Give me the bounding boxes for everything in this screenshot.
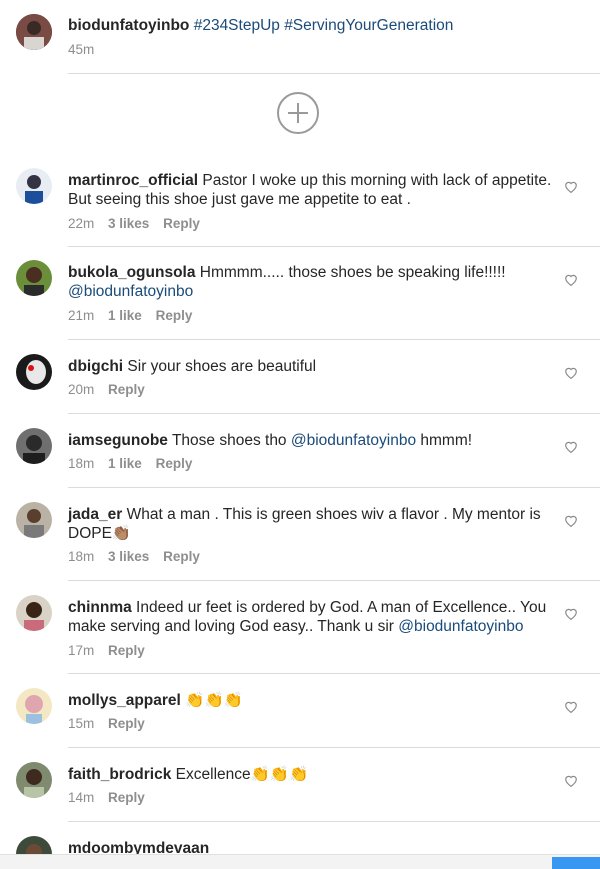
heart-icon[interactable]: [564, 514, 578, 527]
comment-item: chinnma Indeed ur feet is ordered by God…: [0, 581, 600, 674]
comment-item: faith_brodrick Excellence👏👏👏 14m Reply: [0, 748, 600, 822]
comment-username[interactable]: mdoombymdevaan: [68, 840, 209, 855]
comment-time: 17m: [68, 643, 95, 658]
heart-icon[interactable]: [564, 607, 578, 620]
reply-button[interactable]: Reply: [156, 456, 193, 471]
comment-likes[interactable]: 1 like: [108, 456, 142, 471]
comment-mention[interactable]: @biodunfatoyinbo: [68, 283, 193, 300]
reply-button[interactable]: Reply: [108, 716, 145, 731]
comment-item: mollys_apparel 👏👏👏 15m Reply: [0, 674, 600, 748]
avatar[interactable]: [16, 260, 52, 296]
avatar[interactable]: [16, 502, 52, 538]
comment-time: 21m: [68, 308, 95, 323]
comment-username[interactable]: martinroc_official: [68, 172, 198, 189]
comment-username[interactable]: dbigchi: [68, 358, 123, 375]
comment-time: 14m: [68, 790, 95, 805]
reply-button[interactable]: Reply: [163, 216, 200, 231]
avatar[interactable]: [16, 836, 52, 855]
comment-text: Sir your shoes are beautiful: [127, 358, 317, 375]
comment-text: 👏👏👏: [185, 692, 244, 709]
divider: [68, 73, 600, 74]
comment-text: Excellence👏👏👏: [175, 766, 309, 783]
bottom-bar: [0, 854, 600, 869]
comment-username[interactable]: mollys_apparel: [68, 692, 181, 709]
comment-likes[interactable]: 1 like: [108, 308, 142, 323]
heart-icon[interactable]: [564, 180, 578, 193]
comment-username[interactable]: chinnma: [68, 599, 132, 616]
heart-icon[interactable]: [564, 700, 578, 713]
heart-icon[interactable]: [564, 440, 578, 453]
heart-icon[interactable]: [564, 774, 578, 787]
comment-username[interactable]: faith_brodrick: [68, 766, 171, 783]
comment-item: iamsegunobe Those shoes tho @biodunfatoy…: [0, 414, 600, 488]
post-time: 45m: [68, 42, 95, 57]
avatar[interactable]: [16, 428, 52, 464]
heart-icon[interactable]: [564, 366, 578, 379]
comment-item: jada_er What a man . This is green shoes…: [0, 488, 600, 581]
comment-username[interactable]: bukola_ogunsola: [68, 264, 195, 281]
comment-text: What a man . This is green shoes wiv a f…: [68, 506, 541, 542]
comment-mention[interactable]: @biodunfatoyinbo: [398, 618, 523, 635]
reply-button[interactable]: Reply: [108, 790, 145, 805]
comment-item: dbigchi Sir your shoes are beautiful 20m…: [0, 340, 600, 414]
comment-likes[interactable]: 3 likes: [108, 216, 149, 231]
comment-time: 22m: [68, 216, 95, 231]
post-caption-hashtags[interactable]: #234StepUp #ServingYourGeneration: [194, 17, 454, 34]
comment-time: 18m: [68, 456, 95, 471]
post-button[interactable]: [552, 857, 600, 869]
comment-time: 20m: [68, 382, 95, 397]
post-author-username[interactable]: biodunfatoyinbo: [68, 17, 189, 34]
comment-item: mdoombymdevaan: [0, 822, 600, 855]
avatar[interactable]: [16, 595, 52, 631]
heart-icon[interactable]: [564, 273, 578, 286]
reply-button[interactable]: Reply: [108, 382, 145, 397]
avatar[interactable]: [16, 354, 52, 390]
avatar[interactable]: [16, 688, 52, 724]
comment-time: 18m: [68, 549, 95, 564]
comment-item: bukola_ogunsola Hmmmm..... those shoes b…: [0, 247, 600, 340]
comment-likes[interactable]: 3 likes: [108, 549, 149, 564]
comment-text: Hmmmm..... those shoes be speaking life!…: [199, 264, 506, 281]
reply-button[interactable]: Reply: [163, 549, 200, 564]
post-author-avatar[interactable]: [16, 14, 52, 50]
avatar[interactable]: [16, 168, 52, 204]
reply-button[interactable]: Reply: [156, 308, 193, 323]
comment-mention[interactable]: @biodunfatoyinbo: [291, 432, 416, 449]
post-caption: biodunfatoyinbo #234StepUp #ServingYourG…: [0, 0, 600, 74]
comment-item: martinroc_official Pastor I woke up this…: [0, 155, 600, 247]
reply-button[interactable]: Reply: [108, 643, 145, 658]
comment-username[interactable]: iamsegunobe: [68, 432, 168, 449]
comment-text-after: hmmm!: [416, 432, 473, 449]
comment-username[interactable]: jada_er: [68, 506, 122, 523]
load-more-comments-button[interactable]: [277, 92, 319, 134]
comment-time: 15m: [68, 716, 95, 731]
avatar[interactable]: [16, 762, 52, 798]
comment-text: Those shoes tho: [171, 432, 291, 449]
